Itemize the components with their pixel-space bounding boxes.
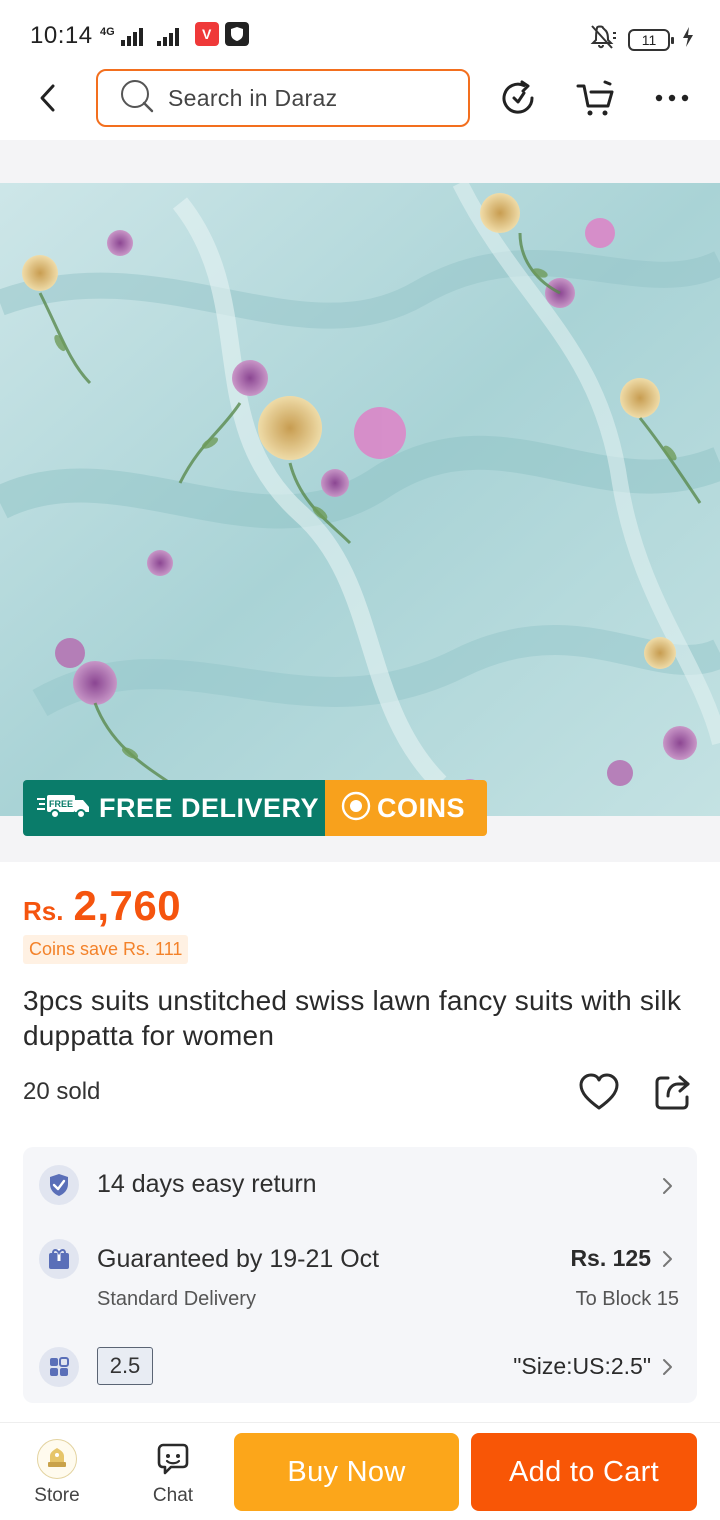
chat-label: Chat (152, 1485, 194, 1506)
status-bar: 10:14 4G V 11 (0, 0, 720, 70)
coins-badge: COINS (325, 780, 487, 836)
chat-icon (144, 1439, 202, 1479)
shield-app-icon (224, 22, 249, 46)
cart-icon[interactable] (574, 76, 618, 120)
charging-icon (682, 27, 694, 52)
delivery-truck-icon: FREE (37, 792, 91, 825)
size-chip[interactable]: 2.5 (97, 1347, 153, 1385)
history-icon[interactable] (496, 76, 540, 120)
free-icon-text: FREE (49, 799, 73, 809)
search-input[interactable]: Search in Daraz (96, 69, 470, 127)
coins-save-label: Coins save Rs. 111 (23, 935, 189, 964)
service-info-card: 14 days easy return Guaranteed by 19-21 … (23, 1147, 697, 1403)
bottom-action-bar: Store Chat Buy Now Add to Cart (0, 1422, 720, 1520)
delivery-destination: To Block 15 (575, 1288, 679, 1310)
wishlist-heart-icon[interactable] (578, 1072, 620, 1112)
status-time: 10:14 (30, 22, 93, 49)
size-row[interactable]: 2.5 "Size:US:2.5" (23, 1345, 697, 1389)
search-placeholder: Search in Daraz (168, 84, 338, 111)
chevron-right-icon (661, 1249, 675, 1269)
free-delivery-text: FREE DELIVERY (99, 792, 320, 823)
status-right: 11 (588, 24, 694, 55)
chevron-right-icon (661, 1357, 675, 1377)
vivaldi-icon: V (194, 22, 219, 46)
signal-icon-2 (156, 26, 179, 46)
coin-icon (341, 791, 371, 826)
mute-icon (588, 24, 618, 55)
delivery-fee: Rs. 125 (570, 1245, 651, 1271)
delivery-type-text: Standard Delivery (97, 1288, 256, 1310)
price: Rs. 2,760 (23, 882, 181, 930)
variant-grid-icon (39, 1347, 79, 1387)
network-type: 4G (100, 26, 115, 38)
battery-icon: 11 (628, 28, 674, 51)
store-button[interactable]: Store (28, 1439, 86, 1509)
free-delivery-badge: FREE FREE DELIVERY (23, 780, 325, 836)
selected-size-text: "Size:US:2.5" (513, 1353, 651, 1379)
price-value: 2,760 (73, 882, 182, 929)
promo-badges: FREE FREE DELIVERY COINS (23, 780, 487, 836)
product-title: 3pcs suits unstitched swiss lawn fancy s… (23, 985, 682, 1051)
top-nav: Search in Daraz (0, 66, 720, 134)
add-to-cart-button[interactable]: Add to Cart (471, 1433, 697, 1511)
product-image[interactable] (0, 183, 720, 819)
sold-count: 20 sold (23, 1078, 101, 1105)
coins-text: COINS (377, 792, 466, 823)
chat-button[interactable]: Chat (144, 1439, 202, 1509)
network-indicator: 4G V (100, 22, 249, 46)
delivery-guarantee-text: Guaranteed by 19-21 Oct (97, 1245, 380, 1273)
return-policy-text: 14 days easy return (97, 1170, 317, 1198)
price-currency: Rs. (23, 896, 64, 926)
signal-icon (120, 26, 143, 46)
divider-strip (0, 140, 720, 184)
search-icon (120, 79, 154, 118)
more-icon[interactable] (650, 76, 694, 120)
share-icon[interactable] (652, 1072, 692, 1112)
chevron-right-icon (661, 1176, 675, 1196)
buy-now-button[interactable]: Buy Now (234, 1433, 459, 1511)
package-icon (39, 1239, 79, 1279)
return-policy-row[interactable]: 14 days easy return (23, 1163, 697, 1207)
store-logo-icon (37, 1439, 77, 1479)
delivery-row[interactable]: Guaranteed by 19-21 Oct Standard Deliver… (23, 1237, 697, 1317)
store-label: Store (34, 1485, 80, 1506)
back-arrow-icon[interactable] (30, 80, 66, 116)
shield-check-icon (39, 1165, 79, 1205)
